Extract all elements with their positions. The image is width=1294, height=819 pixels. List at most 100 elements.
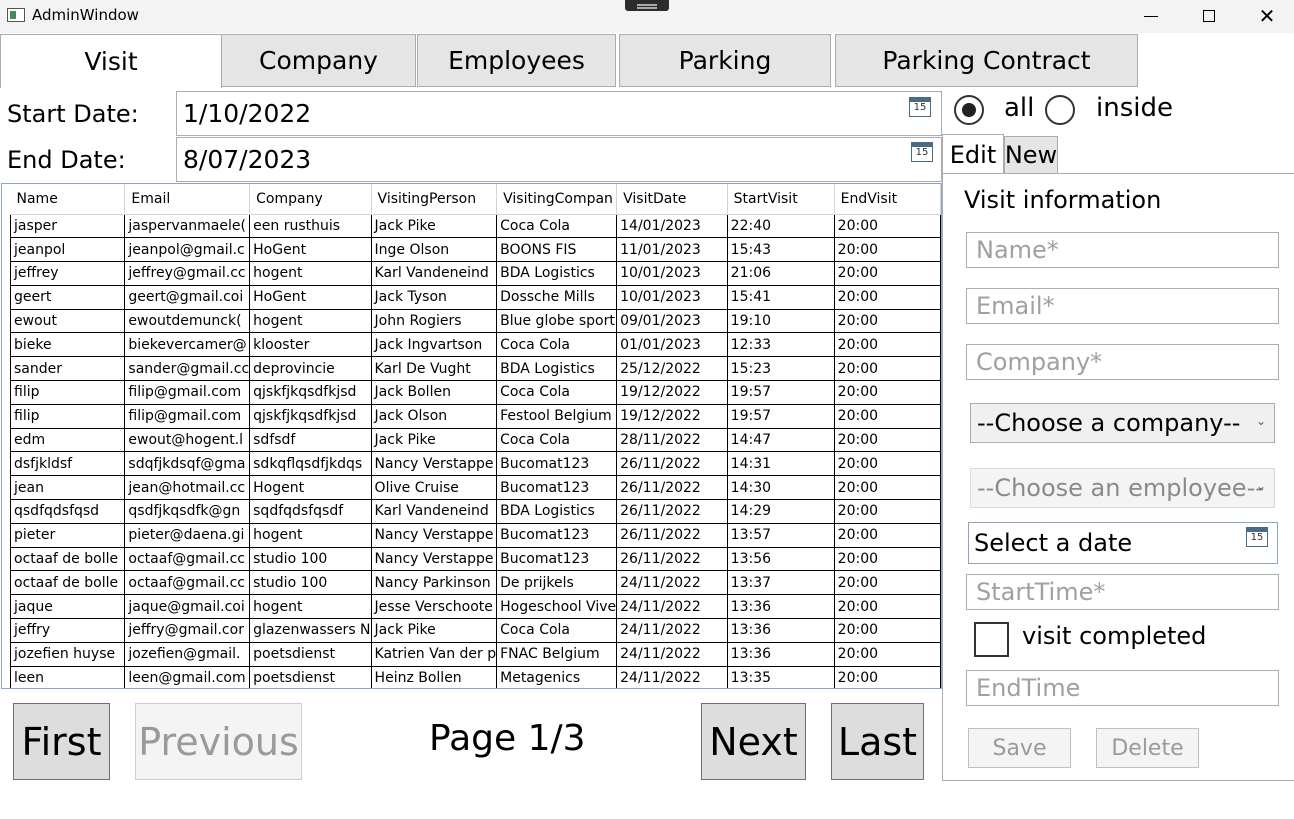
table-row[interactable]: jeffrey jeffrey@gmail.cc hogent Karl Vanden… — [9, 261, 941, 286]
table-cell: biekevercamer@ — [124, 332, 251, 358]
snap-grip-handle[interactable] — [625, 0, 669, 11]
column-header[interactable]: VisitDate — [616, 184, 728, 215]
tab-visit[interactable]: Visit — [0, 34, 222, 88]
table-row[interactable]: pieter pieter@daena.gi hogent Nancy Verstap… — [9, 522, 941, 548]
chevron-down-icon: ⌄ — [1255, 479, 1266, 493]
table-cell: 19:57 — [726, 380, 835, 405]
table-cell: studio 100 — [249, 546, 372, 572]
end-time-field[interactable]: EndTime — [966, 670, 1279, 706]
table-cell: 26/11/2022 — [616, 451, 728, 477]
table-row[interactable]: jaque jaque@gmail.coi hogent Jesse Verschoo… — [9, 594, 941, 620]
table-cell: Karl Vandeneind — [370, 499, 498, 524]
table-row[interactable]: dsfjkldsf sdqfjkdsqf@gma sdkqflqsdfjkdqs Na… — [9, 451, 941, 477]
table-cell: qsdfqdsfqsd — [9, 499, 126, 524]
table-cell: BOONS FIS — [496, 237, 618, 263]
table-cell: 13:36 — [726, 641, 835, 667]
table-row[interactable]: octaaf de bolle octaaf@gmail.cc studio 100… — [9, 546, 941, 572]
table-cell: HoGent — [249, 237, 372, 263]
table-cell: Inge Olson — [370, 237, 498, 263]
tab-company[interactable]: Company — [221, 34, 416, 87]
employee-select-value: --Choose an employee-- — [977, 474, 1264, 502]
table-cell: ewoutdemunck( — [124, 308, 251, 334]
table-cell: Jack Pike — [370, 213, 498, 239]
close-icon: ✕ — [1258, 4, 1276, 28]
table-cell: deprovincie — [249, 356, 372, 382]
table-cell: geert@gmail.coi — [124, 284, 251, 310]
employee-select[interactable]: --Choose an employee-- ⌄ — [970, 468, 1275, 508]
table-row[interactable]: leen leen@gmail.com poetsdienst Heinz Bolle… — [9, 665, 941, 688]
table-cell: hogent — [249, 594, 372, 620]
table-cell: klooster — [249, 332, 372, 358]
column-header[interactable]: Name — [10, 184, 126, 215]
tab-employees[interactable]: Employees — [417, 34, 616, 87]
table-cell: filip — [9, 403, 126, 429]
tab-parking[interactable]: Parking — [619, 34, 831, 87]
table-cell: Coca Cola — [496, 213, 618, 239]
visit-date-picker[interactable]: Select a date 15 — [968, 522, 1278, 564]
email-field[interactable]: Email* — [966, 288, 1279, 324]
table-cell: Jack Ingvartson — [370, 332, 498, 358]
table-cell: jean — [9, 475, 126, 501]
maximize-button[interactable] — [1180, 0, 1238, 32]
table-row[interactable]: qsdfqdsfqsd qsdfjkqsdfk@gn sqdfqdsfqsdf Kar… — [9, 499, 941, 524]
delete-button[interactable]: Delete — [1096, 728, 1199, 768]
previous-page-button[interactable]: Previous — [135, 703, 302, 780]
table-cell: jasper — [9, 213, 126, 239]
table-cell: 20:00 — [833, 380, 941, 405]
table-cell: Coca Cola — [496, 380, 618, 405]
table-row[interactable]: jozefien huyse jozefien@gmail. poetsdienst… — [9, 641, 941, 667]
table-cell: Festool Belgium — [496, 403, 618, 429]
visit-data-grid[interactable]: Name Email Company VisitingPerson VisitingCo… — [1, 183, 942, 689]
table-row[interactable]: bieke biekevercamer@ klooster Jack Ingvarts… — [9, 332, 941, 358]
calendar-icon[interactable]: 15 — [909, 97, 931, 117]
calendar-icon[interactable]: 15 — [911, 142, 933, 162]
column-header[interactable]: EndVisit — [834, 184, 941, 215]
tab-new[interactable]: New — [1004, 136, 1058, 174]
table-row[interactable]: sander sander@gmail.cc deprovincie Karl De … — [9, 356, 941, 382]
table-row[interactable]: ewout ewoutdemunck(hogent John Rogiers Blue… — [9, 308, 941, 334]
company-select[interactable]: --Choose a company-- ⌄ — [970, 403, 1275, 443]
close-button[interactable]: ✕ — [1238, 0, 1294, 32]
table-cell: jaque@gmail.coi — [124, 594, 251, 620]
column-header[interactable]: VisitingPerson — [371, 184, 498, 215]
minimize-button[interactable] — [1122, 0, 1180, 32]
column-header[interactable]: StartVisit — [727, 184, 835, 215]
start-time-field[interactable]: StartTime* — [966, 574, 1279, 610]
table-cell: 20:00 — [833, 427, 941, 453]
table-row[interactable]: jeanpol jeanpol@gmail.c HoGent Inge Olson BO… — [9, 237, 941, 263]
end-date-picker[interactable]: 8/07/2023 15 — [176, 137, 942, 182]
company-field[interactable]: Company* — [966, 344, 1279, 380]
table-row[interactable]: edm ewout@hogent.l sdfsdf Jack Pike Coca Col… — [9, 427, 941, 453]
radio-inside[interactable] — [1045, 95, 1075, 125]
table-cell: 26/11/2022 — [616, 475, 728, 501]
table-row[interactable]: jean jean@hotmail.cc Hogent Olive Cruise Buc… — [9, 475, 941, 501]
tab-edit[interactable]: Edit — [942, 134, 1004, 174]
tab-parking-contract[interactable]: Parking Contract — [835, 34, 1138, 87]
name-field[interactable]: Name* — [966, 232, 1279, 268]
table-row[interactable]: geert geert@gmail.coi HoGent Jack Tyson Doss… — [9, 284, 941, 310]
radio-inside-label: inside — [1096, 93, 1173, 123]
start-date-picker[interactable]: 1/10/2022 15 — [176, 91, 942, 136]
table-row[interactable]: filip filip@gmail.com qjskfjkqsdfkjsd Jack … — [9, 380, 941, 405]
table-row[interactable]: jasper jaspervanmaele(een rusthuis Jack Pi… — [9, 213, 941, 239]
table-cell: 24/11/2022 — [616, 641, 728, 667]
column-header[interactable]: VisitingCompan — [496, 184, 618, 215]
table-cell: jaque — [9, 594, 126, 620]
column-header[interactable]: Company — [249, 184, 372, 215]
table-cell: 22:40 — [726, 213, 835, 239]
save-button[interactable]: Save — [968, 728, 1071, 768]
next-page-button[interactable]: Next — [701, 703, 806, 780]
calendar-icon[interactable]: 15 — [1246, 527, 1268, 547]
visit-completed-checkbox[interactable] — [974, 622, 1009, 657]
table-row[interactable]: octaaf de bolle octaaf@gmail.cc studio 100… — [9, 570, 941, 596]
table-cell: qjskfjkqsdfkjsd — [249, 403, 372, 429]
table-cell: Blue globe sport — [496, 308, 618, 334]
column-header[interactable]: Email — [124, 184, 251, 215]
table-cell: jeffrey — [9, 261, 126, 286]
first-page-button[interactable]: First — [13, 703, 110, 780]
radio-all[interactable] — [954, 95, 984, 125]
table-row[interactable]: jeffry jeffry@gmail.cor glazenwassers N Jac… — [9, 618, 941, 643]
last-page-button[interactable]: Last — [831, 703, 924, 780]
table-cell: leen@gmail.com — [124, 665, 251, 688]
table-row[interactable]: filip filip@gmail.com qjskfjkqsdfkjsd Jack … — [9, 403, 941, 429]
